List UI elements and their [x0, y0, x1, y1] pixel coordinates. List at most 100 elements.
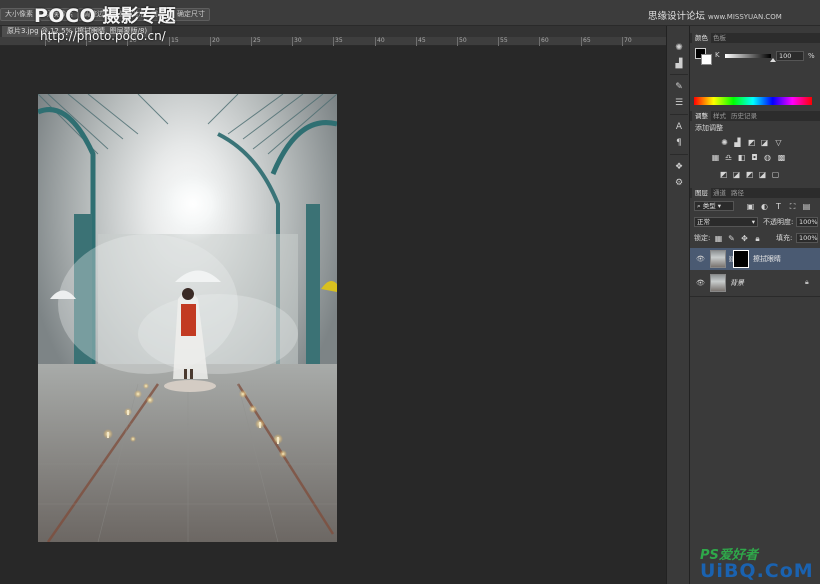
- layer-mask-thumbnail[interactable]: [733, 250, 749, 268]
- posterize-icon[interactable]: ◪: [732, 170, 741, 179]
- tab-channels[interactable]: 通道: [710, 188, 729, 198]
- color-panel-tabs: 颜色 色板: [690, 33, 820, 43]
- poco-watermark-url: http://photo.poco.cn/: [40, 29, 166, 43]
- uibq-url: UiBQ.CoM: [700, 560, 814, 582]
- ruler-tick: [333, 37, 334, 46]
- missyuan-watermark: 思缘设计论坛 www.MISSYUAN.COM: [648, 8, 782, 22]
- ruler-tick-label: 45: [418, 37, 426, 44]
- lock-all-icon[interactable]: 🔒︎: [753, 234, 762, 243]
- ruler-tick-label: 40: [377, 37, 385, 44]
- ruler-tick-label: 70: [624, 37, 632, 44]
- ruler-tick: [251, 37, 252, 46]
- layers-divider: [690, 296, 820, 297]
- histogram-icon[interactable]: ▟: [672, 58, 686, 70]
- document-photo[interactable]: [38, 94, 337, 542]
- filter-pixel-icon[interactable]: ▣: [746, 202, 755, 211]
- options-button-6[interactable]: 确定尺寸: [172, 8, 210, 21]
- eye-icon[interactable]: 👁︎: [696, 255, 705, 263]
- tab-history[interactable]: 历史记录: [728, 111, 760, 121]
- fill-label: 填充:: [776, 234, 793, 242]
- invert-icon[interactable]: ◩: [719, 170, 728, 179]
- sliders-icon[interactable]: ☰: [672, 97, 686, 109]
- filter-type-icon[interactable]: T: [774, 202, 783, 211]
- ruler-tick-label: 20: [212, 37, 220, 44]
- options-button-1[interactable]: 大小像素: [0, 8, 38, 21]
- right-panel-dock: 颜色 色板 K 100 % 调整 样式 历史记录 添加调整 ✺ ▟ ◩ ◪ ▽ …: [690, 26, 820, 584]
- ruler-tick-label: 65: [583, 37, 591, 44]
- paragraph-icon[interactable]: ¶: [672, 137, 686, 149]
- photo-filter-icon[interactable]: ◘: [750, 153, 759, 162]
- curves-icon[interactable]: ◩: [747, 138, 756, 147]
- collapsed-panel-strip: ✺ ▟ ✎ ☰ A ¶ ❖ ⚙: [666, 26, 690, 584]
- tab-styles[interactable]: 样式: [710, 111, 729, 121]
- layer-name[interactable]: 背景: [730, 278, 744, 288]
- tab-layers[interactable]: 图层: [692, 188, 711, 198]
- layer-filter-label: 类型: [702, 202, 716, 210]
- opacity-field[interactable]: 100%: [796, 217, 818, 227]
- color-balance-icon[interactable]: ♎: [724, 153, 733, 162]
- ruler-tick: [169, 37, 170, 46]
- opacity-label: 不透明度:: [763, 218, 794, 226]
- layers-panel-tabs: 图层 通道 路径: [690, 188, 820, 198]
- exposure-icon[interactable]: ◪: [760, 138, 769, 147]
- ruler-tick: [375, 37, 376, 46]
- layer-filter-select[interactable]: ⌕ 类型 ▾: [694, 201, 734, 211]
- levels-icon[interactable]: ▟: [733, 138, 742, 147]
- tab-adjustments[interactable]: 调整: [692, 111, 711, 121]
- blend-mode-value: 正常: [697, 218, 710, 226]
- ruler-tick-label: 25: [253, 37, 261, 44]
- adjustments-title: 添加调整: [695, 124, 723, 132]
- black-white-icon[interactable]: ◧: [737, 153, 746, 162]
- filter-adjustment-icon[interactable]: ◐: [760, 202, 769, 211]
- poco-subtitle: 摄影专题: [102, 6, 177, 27]
- ruler-tick-label: 15: [171, 37, 179, 44]
- hsl-icon[interactable]: ▦: [711, 153, 720, 162]
- filter-smart-object-icon[interactable]: ▤: [802, 202, 811, 211]
- sun-icon[interactable]: ✺: [672, 42, 686, 54]
- brush-icon[interactable]: ✎: [672, 81, 686, 93]
- ruler-tick: [539, 37, 540, 46]
- layer-row-background[interactable]: 👁︎ 背景 🔒︎: [690, 272, 820, 294]
- filter-shape-icon[interactable]: ⛶: [788, 202, 797, 211]
- fill-field[interactable]: 100%: [796, 233, 818, 243]
- gradient-map-icon[interactable]: ◪: [758, 170, 767, 179]
- layer-thumbnail: [710, 250, 726, 268]
- tab-color[interactable]: 颜色: [692, 33, 711, 43]
- ruler-tick-label: 55: [500, 37, 508, 44]
- tab-swatches[interactable]: 色板: [710, 33, 729, 43]
- k-slider-track[interactable]: [725, 54, 771, 58]
- ruler-tick-label: 60: [541, 37, 549, 44]
- lock-move-icon[interactable]: ✥: [740, 234, 749, 243]
- ruler-tick: [292, 37, 293, 46]
- selective-color-icon[interactable]: ▢: [771, 170, 780, 179]
- k-value-field[interactable]: 100: [776, 51, 804, 61]
- clone-source-icon[interactable]: ❖: [672, 161, 686, 173]
- lock-icon: 🔒︎: [805, 278, 809, 286]
- eye-icon[interactable]: 👁︎: [696, 279, 705, 287]
- strip-divider: [670, 114, 688, 115]
- tool-presets-icon[interactable]: ⚙: [672, 177, 686, 189]
- ruler-tick-label: 35: [335, 37, 343, 44]
- chevron-down-icon: ▾: [751, 218, 755, 226]
- layer-row-wipe-eyes[interactable]: 👁︎ ⛓︎ 擦拭眼睛: [690, 248, 820, 270]
- ruler-tick: [210, 37, 211, 46]
- channel-mixer-icon[interactable]: ◍: [763, 153, 772, 162]
- lock-brush-icon[interactable]: ✎: [727, 234, 736, 243]
- ruler-tick: [416, 37, 417, 46]
- background-color-swatch[interactable]: [701, 54, 712, 65]
- tab-paths[interactable]: 路径: [728, 188, 747, 198]
- missyuan-site-name: 思缘设计论坛: [648, 11, 706, 22]
- adjustments-panel-tabs: 调整 样式 历史记录: [690, 111, 820, 121]
- character-icon[interactable]: A: [672, 121, 686, 133]
- brightness-icon[interactable]: ✺: [720, 138, 729, 147]
- vibrance-icon[interactable]: ▽: [774, 138, 783, 147]
- hue-spectrum-bar[interactable]: [694, 97, 812, 105]
- color-lookup-icon[interactable]: ▩: [777, 153, 786, 162]
- blend-mode-select[interactable]: 正常 ▾: [694, 217, 758, 227]
- threshold-icon[interactable]: ◩: [745, 170, 754, 179]
- layer-thumbnail: [710, 274, 726, 292]
- layer-name[interactable]: 擦拭眼睛: [753, 254, 781, 264]
- poco-watermark-logo: POCO 摄影专题: [34, 2, 176, 28]
- lock-label: 锁定:: [694, 234, 711, 242]
- lock-transparent-icon[interactable]: ▦: [714, 234, 723, 243]
